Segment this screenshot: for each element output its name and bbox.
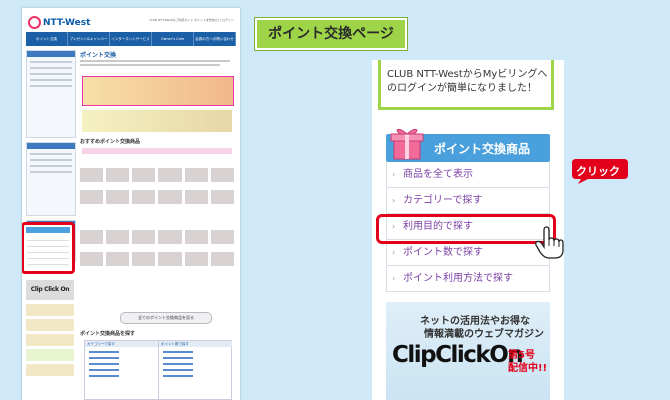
- mini-nav-item: プレゼント&キャンペーン: [68, 32, 110, 55]
- mini-section-recommend: おすすめポイント交換商品: [80, 139, 141, 145]
- highlight-frame: [376, 214, 556, 244]
- mini-nav-bar: ポイント交換 プレゼント&キャンペーン インターネットサービス Owner's …: [26, 32, 236, 55]
- mini-search-table: カテゴリーで探す ポイント数で探す: [84, 340, 232, 400]
- mini-side-banners: [26, 304, 74, 394]
- mini-show-all-button: 全てのポイント交換商品を見る: [120, 312, 212, 324]
- chevron-right-icon: ›: [392, 196, 396, 205]
- mini-nav-item: ポイント交換: [26, 32, 68, 46]
- ntt-west-logo: NTT-West: [28, 16, 90, 29]
- point-menu-title: ポイント交換商品: [434, 142, 531, 156]
- mini-page-screenshot: NTT-West CLUB NTT-Westのご利用ガイド ポイントを貯めたい …: [22, 8, 240, 400]
- mini-premium-banner: [82, 76, 234, 106]
- mini-point-menu-highlight: [22, 222, 75, 274]
- mybilling-notice: CLUB NTT-WestからMyビリングへのログインが簡単になりました！: [378, 60, 554, 110]
- click-callout-text: クリック: [576, 165, 620, 178]
- hand-pointer-icon: [535, 226, 564, 259]
- mini-top-links: CLUB NTT-Westのご利用ガイド ポイントを貯めたい ログイン: [149, 18, 234, 22]
- mini-clip-banner: Clip Click On: [26, 280, 74, 300]
- menu-item-category[interactable]: › カテゴリーで探す: [386, 188, 550, 214]
- mini-nav-item: 会員の方へお問い合わせ: [194, 32, 236, 46]
- menu-item-show-all[interactable]: › 商品を全て表示: [386, 162, 550, 188]
- mini-nav-item: インターネットサービス: [110, 32, 152, 46]
- logo-ring-icon: [28, 16, 41, 29]
- menu-item-usage[interactable]: › ポイント利用方法で探す: [386, 266, 550, 292]
- mini-main-content: ポイント交換 おすすめポイント交換商品 全てのポイント交換商品を見る ポイント交…: [80, 50, 234, 400]
- mini-service-box: [26, 142, 76, 216]
- mini-page-title: ポイント交換: [80, 52, 117, 59]
- mini-section-search: ポイント交換商品を探す: [80, 331, 136, 337]
- chevron-right-icon: ›: [392, 170, 396, 179]
- mini-login-box: [26, 50, 76, 138]
- page-title-label: ポイント交換ページ: [255, 18, 407, 50]
- banner-issue-status: 配信中!!: [508, 363, 548, 374]
- chevron-right-icon: ›: [392, 274, 396, 283]
- mini-seamore-banner: [82, 110, 232, 132]
- mini-nav-item: Owner's Cafe: [152, 32, 194, 46]
- notice-text: CLUB NTT-WestからMyビリングへのログインが簡単になりました！: [387, 69, 548, 94]
- clip-click-on-logo: ClipClickOn: [392, 342, 524, 368]
- banner-tagline-2: 情報満載のウェブマガジン: [424, 329, 544, 340]
- gift-icon: [390, 128, 424, 160]
- mini-product-grid: [80, 168, 234, 182]
